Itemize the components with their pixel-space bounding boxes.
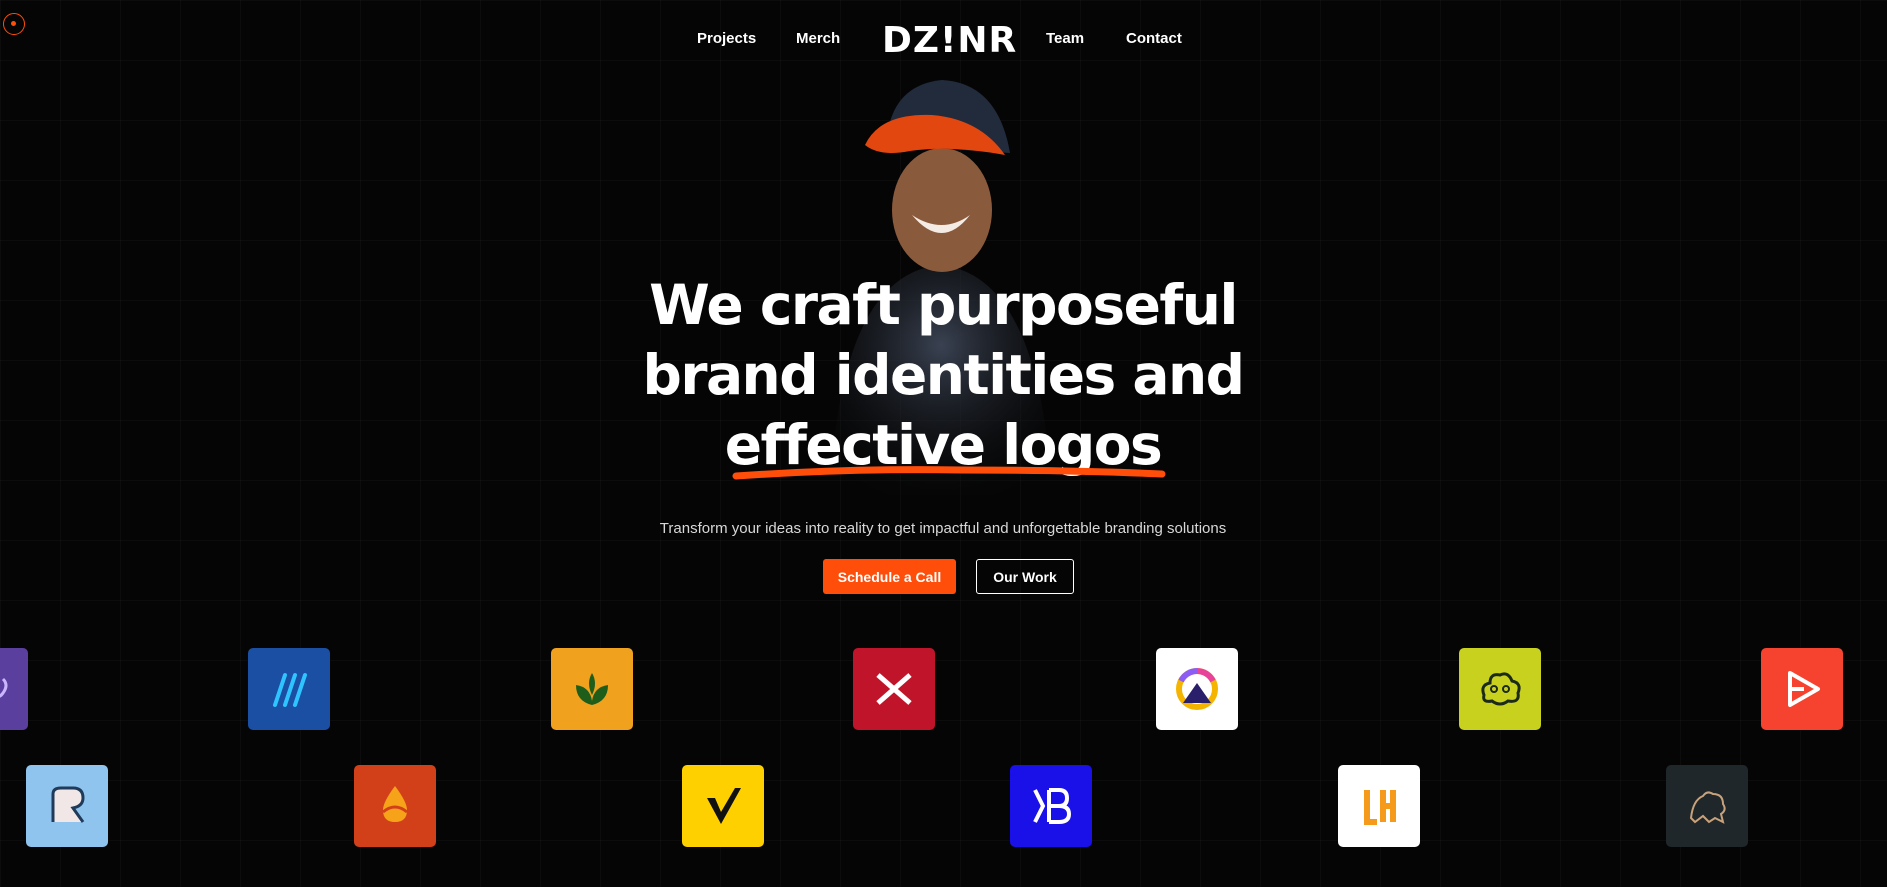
play-arrow-icon: [1788, 671, 1820, 707]
r-letter-logo-tile[interactable]: [26, 765, 108, 847]
brand-logo[interactable]: DZ!NR: [882, 22, 1017, 60]
kb-monogram-logo-tile[interactable]: [1010, 765, 1092, 847]
nav-link-contact[interactable]: Contact: [1126, 30, 1182, 47]
nav-link-merch[interactable]: Merch: [796, 30, 840, 47]
schedule-call-button[interactable]: Schedule a Call: [823, 559, 956, 594]
green-sprout-logo-tile[interactable]: [551, 648, 633, 730]
hero-title-line-1: We craft purposeful: [649, 273, 1238, 337]
lion-icon: [1689, 791, 1726, 824]
brush-underline-decoration: [732, 466, 1166, 480]
top-navigation: Projects Merch DZ!NR Team Contact: [0, 22, 1887, 60]
v-check-icon: [707, 788, 741, 824]
sprout-icon: [576, 673, 608, 705]
blue-arrows-logo-tile[interactable]: [248, 648, 330, 730]
hero-title: We craft purposeful brand identities and…: [543, 270, 1343, 480]
lh-monogram-logo-tile[interactable]: [1338, 765, 1420, 847]
nav-link-team[interactable]: Team: [1046, 30, 1084, 47]
hero-title-line-2: brand identities and: [642, 343, 1245, 407]
r-letter-icon: [51, 786, 85, 823]
play-arrow-logo-tile[interactable]: [1761, 648, 1843, 730]
drop-icon: [382, 786, 408, 822]
brain-cloud-icon: [1481, 672, 1521, 706]
arrows-icon: [273, 673, 307, 707]
purple-trophy-logo-tile[interactable]: [0, 648, 28, 730]
our-work-button[interactable]: Our Work: [976, 559, 1074, 594]
red-x-logo-tile[interactable]: [853, 648, 935, 730]
ring-triangle-icon: [1176, 668, 1218, 710]
x-letter-icon: [876, 673, 912, 705]
kb-monogram-icon: [1033, 788, 1072, 824]
lion-logo-tile[interactable]: [1666, 765, 1748, 847]
v-check-logo-tile[interactable]: [682, 765, 764, 847]
hero-subtitle: Transform your ideas into reality to get…: [659, 520, 1227, 537]
trophy-icon: [0, 677, 8, 698]
nav-link-projects[interactable]: Projects: [697, 30, 756, 47]
lh-monogram-icon: [1364, 790, 1396, 825]
ring-triangle-logo-tile[interactable]: [1156, 648, 1238, 730]
orange-drop-logo-tile[interactable]: [354, 765, 436, 847]
brain-cloud-logo-tile[interactable]: [1459, 648, 1541, 730]
